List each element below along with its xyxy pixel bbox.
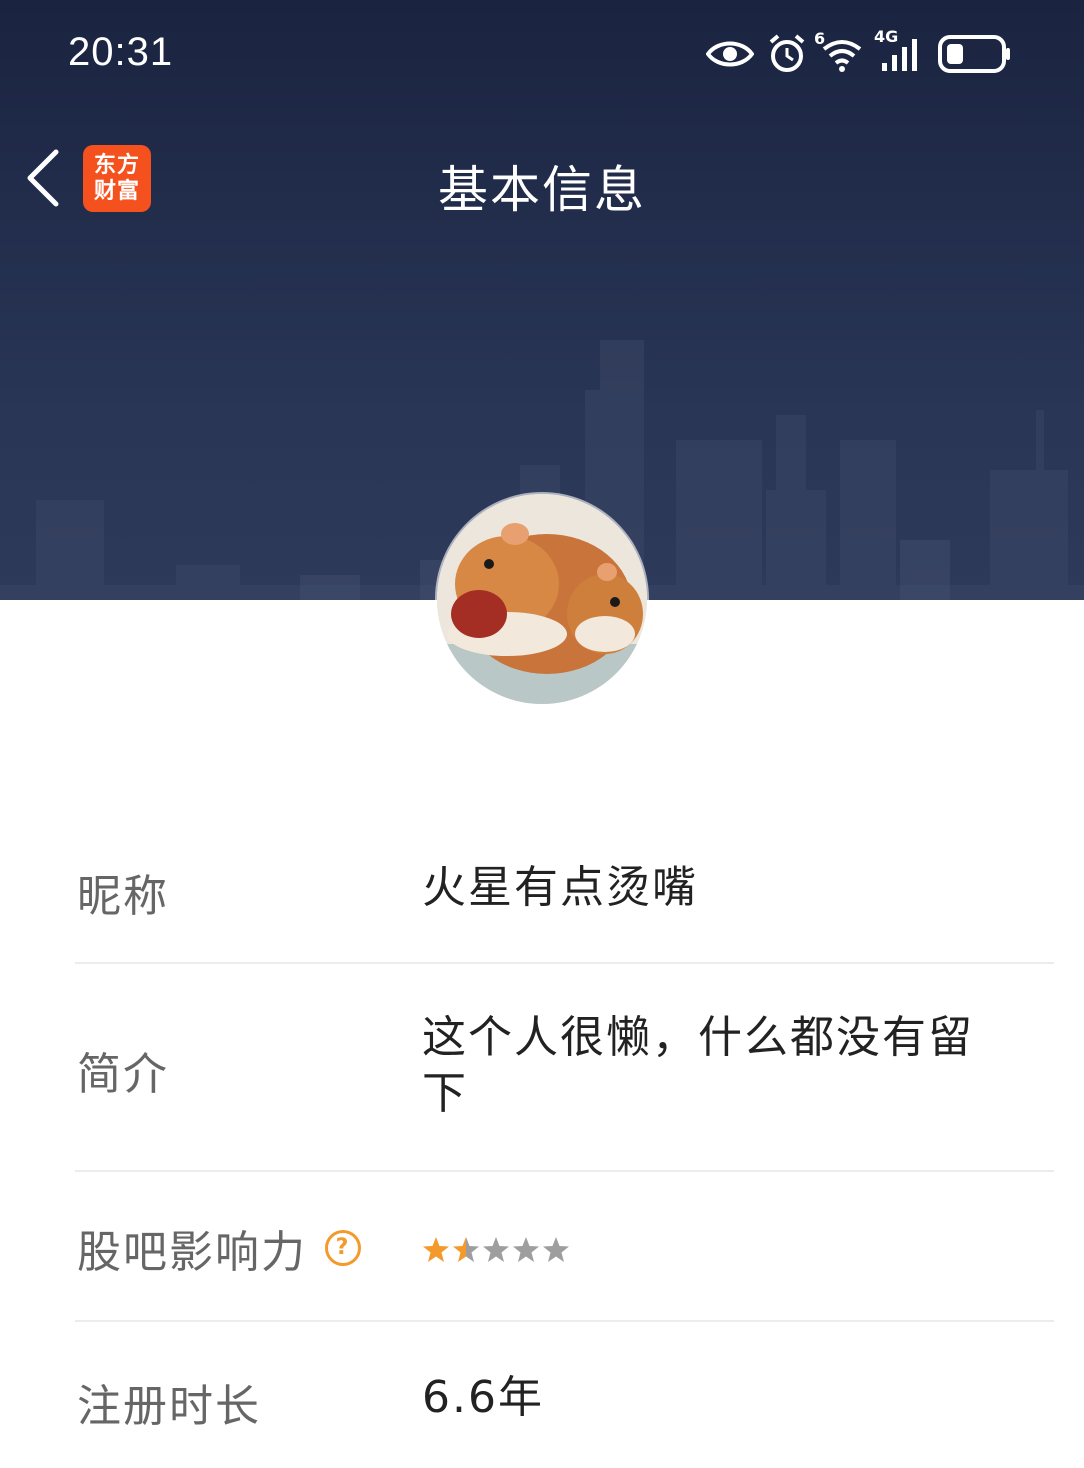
nickname-label: 昵称 bbox=[77, 871, 169, 922]
status-time: 20:31 bbox=[68, 30, 174, 74]
star-icon bbox=[453, 1237, 479, 1262]
page-title: 基本信息 bbox=[438, 161, 646, 219]
influence-row: 股吧影响力 ? bbox=[75, 1172, 1054, 1322]
hamster-avatar-image bbox=[437, 494, 647, 704]
help-icon[interactable]: ? bbox=[325, 1230, 361, 1266]
battery-icon bbox=[938, 34, 1012, 78]
influence-label: 股吧影响力 bbox=[77, 1227, 307, 1278]
registration-row: 注册时长 6.6年 bbox=[75, 1322, 1054, 1468]
signal-4g-icon: 4G bbox=[874, 27, 924, 77]
star-icon bbox=[513, 1237, 539, 1262]
registration-value: 6.6年 bbox=[422, 1372, 544, 1423]
influence-rating bbox=[422, 1230, 1022, 1270]
nickname-value: 火星有点烫嘴 bbox=[422, 862, 698, 913]
alarm-icon bbox=[768, 34, 806, 78]
nickname-row: 昵称 火星有点烫嘴 bbox=[75, 816, 1054, 964]
star-icon bbox=[423, 1237, 449, 1262]
wifi-badge: 6 bbox=[814, 29, 826, 48]
status-bar: 20:31 6 4G bbox=[0, 0, 1084, 110]
status-icons: 6 4G bbox=[705, 27, 1012, 78]
wifi-icon: 6 bbox=[814, 29, 864, 77]
network-badge: 4G bbox=[874, 27, 899, 46]
bio-value: 这个人很懒，什么都没有留下 bbox=[422, 1012, 974, 1119]
bio-row: 简介 这个人很懒，什么都没有留下 bbox=[75, 964, 1054, 1172]
influence-label-group: 股吧影响力 ? bbox=[77, 1216, 361, 1280]
bio-label: 简介 bbox=[77, 1049, 169, 1100]
profile-info-list: 昵称 火星有点烫嘴 简介 这个人很懒，什么都没有留下 股吧影响力 ? 注册时长 … bbox=[75, 816, 1054, 1468]
registration-label: 注册时长 bbox=[77, 1381, 261, 1432]
star-icon bbox=[543, 1237, 569, 1262]
avatar[interactable] bbox=[437, 494, 647, 704]
profile-basic-info-page: 20:31 6 4G 东方 财富 基本信息 昵称 火星有点烫嘴 简介 这个人很懒… bbox=[0, 0, 1084, 1468]
star-icon bbox=[483, 1237, 509, 1262]
eye-icon bbox=[705, 37, 755, 75]
